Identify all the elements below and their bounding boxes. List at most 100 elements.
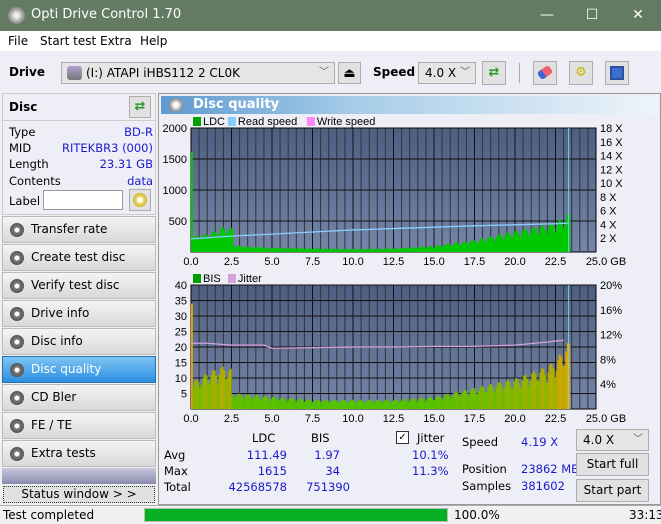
nav-disc-quality[interactable]: Disc quality <box>2 356 156 383</box>
speed-value: 4.0 X <box>425 66 457 80</box>
drive-select[interactable]: (I:) ATAPI iHBS112 2 CL0K ﹀ <box>61 62 335 84</box>
y-tick-label: 10 <box>175 373 187 385</box>
disc-icon <box>133 193 147 207</box>
ldc-total: 42568578 <box>228 480 287 494</box>
disc-type-value: BD-R <box>124 125 153 139</box>
nav-drive-info[interactable]: Drive info <box>2 300 156 327</box>
progress-fill <box>145 509 447 521</box>
chart-ldc: 500 1000 1500 2000 2 X 4 X6 X 8 X 10 X 12 X14 X 1… <box>163 116 627 268</box>
menu-extra[interactable]: Extra <box>100 34 132 48</box>
menu-help[interactable]: Help <box>140 34 167 48</box>
status-bar: Test completed 100.0% 33:13 ⋰ <box>0 505 661 524</box>
disc-mid-row: MID RITEKBR3 (000) <box>9 141 153 155</box>
resize-grip-icon[interactable]: ⋰ <box>650 510 658 519</box>
disc-mid-value: RITEKBR3 (000) <box>62 141 153 155</box>
legend-swatch <box>193 117 201 126</box>
position-value: 23862 MB <box>521 462 580 476</box>
disc-label-button[interactable] <box>129 189 151 211</box>
status-window-button[interactable]: Status window > > <box>3 486 155 503</box>
legend-label: BIS <box>203 273 221 285</box>
nav-label: Disc quality <box>31 362 102 376</box>
disc-title: Disc <box>9 100 38 114</box>
window-title: Opti Drive Control 1.70 <box>31 7 182 22</box>
sidebar: Disc ⇄ Type BD-R MID RITEKBR3 (000) Length… <box>0 93 158 505</box>
legend-swatch <box>227 274 236 283</box>
jitter-label: Jitter <box>417 431 445 445</box>
refresh-arrows-icon: ⇄ <box>134 99 146 114</box>
x-tick-label: 15.0 <box>423 256 444 268</box>
test-speed-value: 4.0 X <box>583 433 615 447</box>
disc-length-row: Length 23.31 GB <box>9 157 153 171</box>
nav-label: FE / TE <box>31 418 73 432</box>
erase-button[interactable] <box>533 61 557 85</box>
toolbar: Drive (I:) ATAPI iHBS112 2 CL0K ﹀ ⏏ Spee… <box>0 51 661 93</box>
y-tick-label: 1000 <box>163 185 187 197</box>
drive-icon <box>67 66 82 80</box>
avg-label: Avg <box>164 448 186 462</box>
x-tick-label: 22.5 <box>545 413 566 424</box>
disc-mid-label: MID <box>9 141 32 155</box>
disc-refresh-button[interactable]: ⇄ <box>129 96 151 118</box>
speed-select[interactable]: 4.0 X ﹀ <box>418 62 476 84</box>
x-tick-label: 7.5 <box>305 256 320 268</box>
close-button[interactable]: ✕ <box>615 0 661 31</box>
y-tick-label: 15 <box>175 358 187 370</box>
start-full-button[interactable]: Start full <box>576 453 649 476</box>
refresh-arrows-icon: ⇄ <box>488 65 500 80</box>
speed-label: Speed <box>373 65 416 79</box>
chevron-down-icon: ﹀ <box>319 67 329 78</box>
save-button[interactable] <box>605 61 629 85</box>
x-tick-label: 7.5 <box>305 413 320 424</box>
y2-tick-label: 16% <box>600 305 622 317</box>
jitter-checkbox[interactable]: ✓ <box>396 431 409 444</box>
nav-label: Disc info <box>31 334 83 348</box>
eject-button[interactable]: ⏏ <box>338 62 361 84</box>
jitter-avg: 10.1% <box>412 448 449 462</box>
disc-contents-label: Contents <box>9 174 61 188</box>
toolbar-separator <box>519 63 520 83</box>
progress-text: 100.0% <box>454 508 500 522</box>
nav-fe-te[interactable]: FE / TE <box>2 412 156 439</box>
maximize-button[interactable]: ☐ <box>569 0 615 31</box>
test-speed-select[interactable]: 4.0 X ﹀ <box>576 429 649 451</box>
bis-avg: 1.97 <box>314 448 340 462</box>
nav-extra-tests[interactable]: Extra tests <box>2 440 156 467</box>
nav-label: Verify test disc <box>31 278 120 292</box>
disc-length-value: 23.31 GB <box>99 157 153 171</box>
nav-label: Transfer rate <box>31 222 108 236</box>
nav-verify-test-disc[interactable]: Verify test disc <box>2 272 156 299</box>
refresh-button[interactable]: ⇄ <box>482 61 506 85</box>
settings-button[interactable]: ⚙ <box>569 61 593 85</box>
disc-label-input[interactable] <box>43 190 123 210</box>
minimize-button[interactable]: — <box>524 0 570 31</box>
y2-tick-label: 4% <box>600 379 616 391</box>
x-tick-label: 5.0 <box>264 413 279 424</box>
nav-transfer-rate[interactable]: Transfer rate <box>2 216 156 243</box>
y2-tick-label: 6 X <box>600 206 617 218</box>
disc-icon <box>10 223 24 237</box>
app-icon <box>8 7 25 24</box>
nav-disc-info[interactable]: Disc info <box>2 328 156 355</box>
disc-icon <box>10 447 24 461</box>
nav-cd-bler[interactable]: CD Bler <box>2 384 156 411</box>
samples-label: Samples <box>462 479 512 493</box>
progress-bar <box>144 508 448 522</box>
x-tick-label: 5.0 <box>264 256 279 268</box>
x-tick-label: 12.5 <box>383 413 404 424</box>
x-tick-label: 25.0 GB <box>586 413 626 424</box>
disc-type-label: Type <box>9 125 36 139</box>
menu-start-test[interactable]: Start test <box>40 34 96 48</box>
start-part-button[interactable]: Start part <box>576 479 649 502</box>
drive-value: (I:) ATAPI iHBS112 2 CL0K <box>86 66 240 80</box>
nav-create-test-disc[interactable]: Create test disc <box>2 244 156 271</box>
x-tick-label: 17.5 <box>464 413 485 424</box>
menu-file[interactable]: File <box>8 34 28 48</box>
nav-label: Extra tests <box>31 446 96 460</box>
y2-tick-label: 20% <box>600 280 622 292</box>
y2-tick-label: 16 X <box>600 137 623 149</box>
y-tick-label: 25 <box>175 327 187 339</box>
y2-tick-label: 10 X <box>600 178 623 190</box>
disc-icon <box>10 391 24 405</box>
speed-result-label: Speed <box>462 435 499 449</box>
x-tick-label: 25.0 GB <box>586 256 626 268</box>
